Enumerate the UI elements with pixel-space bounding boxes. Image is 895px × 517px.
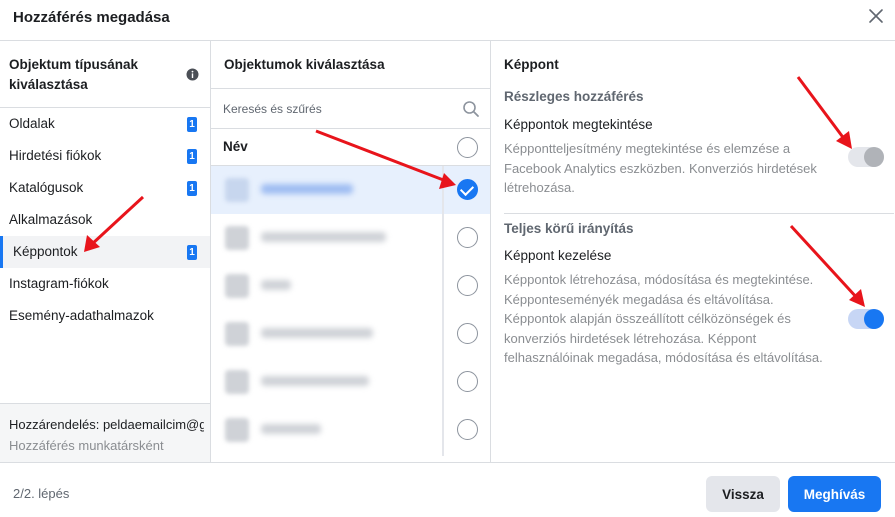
object-avatar <box>225 322 249 346</box>
invite-button[interactable]: Meghívás <box>788 476 881 512</box>
partial-access-description: Képpontteljesítmény megtekintése és elem… <box>504 141 817 195</box>
scrollbar[interactable] <box>442 166 444 456</box>
object-type-heading: Objektum típusának kiválasztása <box>9 57 139 92</box>
partial-access-heading: Részleges hozzáférés <box>504 89 644 104</box>
object-row[interactable] <box>211 166 490 214</box>
object-radio[interactable] <box>457 419 478 440</box>
object-row[interactable] <box>211 262 490 310</box>
divider <box>504 213 894 214</box>
object-type-item-alkalmazasok[interactable]: Alkalmazások <box>0 204 210 236</box>
object-type-label: Esemény-adathalmazok <box>9 308 154 323</box>
partial-access-title: Képpontok megtekintése <box>504 117 653 132</box>
object-name-redacted <box>261 328 373 338</box>
object-radio[interactable] <box>457 371 478 392</box>
assignment-role: Hozzáférés munkatársként <box>9 438 164 453</box>
count-badge: 1 <box>187 181 197 196</box>
count-badge: 1 <box>187 245 197 260</box>
toggle-knob <box>864 147 884 167</box>
object-type-item-esemeny-adathalmazok[interactable]: Esemény-adathalmazok <box>0 300 210 332</box>
search-input[interactable] <box>223 99 453 119</box>
object-row[interactable] <box>211 310 490 358</box>
object-type-item-keppontok[interactable]: Képpontok 1 <box>0 236 210 268</box>
object-type-label: Instagram-fiókok <box>9 276 109 291</box>
assignment-footer: Hozzárendelés: peldaemailcim@gmail.com H… <box>0 403 210 463</box>
object-type-label: Képpontok <box>13 244 78 259</box>
object-name-redacted <box>261 376 369 386</box>
select-all-radio[interactable] <box>457 137 478 158</box>
object-avatar <box>225 226 249 250</box>
object-radio[interactable] <box>457 275 478 296</box>
object-avatar <box>225 274 249 298</box>
object-type-label: Hirdetési fiókok <box>9 148 102 163</box>
permission-heading: Képpont <box>504 57 559 72</box>
full-control-title: Képpont kezelése <box>504 248 612 263</box>
object-avatar <box>225 370 249 394</box>
object-radio-checked[interactable] <box>457 179 478 200</box>
step-indicator: 2/2. lépés <box>13 486 70 501</box>
dialog-footer: 2/2. lépés Vissza Meghívás <box>0 462 895 517</box>
object-list <box>211 166 490 454</box>
count-badge: 1 <box>187 149 197 164</box>
name-header-row: Név <box>211 129 490 166</box>
dialog-title: Hozzáférés megadása <box>13 9 170 26</box>
permission-panel: Képpont Részleges hozzáférés Képpontok m… <box>491 40 895 462</box>
toggle-knob <box>864 309 884 329</box>
search-icon <box>463 101 479 117</box>
search-box <box>211 88 490 129</box>
object-row[interactable] <box>211 358 490 406</box>
object-select-panel: Objektumok kiválasztása Név <box>211 40 491 462</box>
count-badge: 1 <box>187 117 197 132</box>
close-icon[interactable] <box>867 7 885 25</box>
full-control-heading: Teljes körű irányítás <box>504 221 634 236</box>
object-name-redacted <box>261 280 291 290</box>
info-icon[interactable] <box>186 68 199 81</box>
object-type-label: Alkalmazások <box>9 212 93 227</box>
object-avatar <box>225 418 249 442</box>
object-type-list: Oldalak 1 Hirdetési fiókok 1 Katalógusok… <box>0 108 210 332</box>
full-control-toggle[interactable] <box>848 309 884 329</box>
object-type-item-katalogusok[interactable]: Katalógusok 1 <box>0 172 210 204</box>
object-radio[interactable] <box>457 227 478 248</box>
back-button[interactable]: Vissza <box>706 476 780 512</box>
name-column-header: Név <box>223 139 248 154</box>
object-type-label: Katalógusok <box>9 180 84 195</box>
object-type-item-hirdetesi-fiokok[interactable]: Hirdetési fiókok 1 <box>0 140 210 172</box>
object-row[interactable] <box>211 406 490 454</box>
object-type-panel: Objektum típusának kiválasztása Oldalak … <box>0 40 211 463</box>
object-row[interactable] <box>211 214 490 262</box>
full-control-description: Képpontok létrehozása, módosítása és meg… <box>504 272 823 365</box>
object-select-heading: Objektumok kiválasztása <box>224 57 385 72</box>
object-name-redacted <box>261 424 321 434</box>
object-name-redacted <box>261 184 353 194</box>
object-avatar <box>225 178 249 202</box>
object-type-item-instagram-fiokok[interactable]: Instagram-fiókok <box>0 268 210 300</box>
object-type-item-oldalak[interactable]: Oldalak 1 <box>0 108 210 140</box>
dialog-header: Hozzáférés megadása <box>0 0 895 40</box>
partial-access-toggle[interactable] <box>848 147 884 167</box>
object-radio[interactable] <box>457 323 478 344</box>
object-type-label: Oldalak <box>9 116 55 131</box>
object-name-redacted <box>261 232 386 242</box>
assignment-email: Hozzárendelés: peldaemailcim@gmail.com <box>9 417 204 432</box>
